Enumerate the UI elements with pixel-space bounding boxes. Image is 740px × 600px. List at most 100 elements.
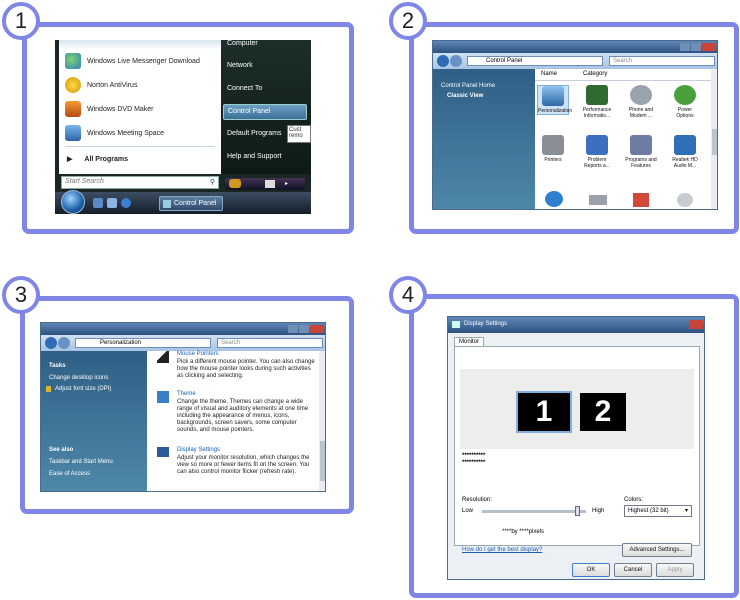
mouse-pointers-link[interactable]: Mouse Pointers — [177, 351, 219, 357]
ok-button[interactable]: OK — [572, 563, 610, 577]
forward-button[interactable] — [450, 55, 462, 67]
control-panel-screenshot: Control Panel Search Control Panel Home … — [432, 40, 718, 210]
classic-view-link[interactable]: Classic View — [447, 93, 483, 99]
column-category[interactable]: Category — [583, 71, 607, 77]
ie-icon[interactable] — [121, 198, 131, 208]
step-1-badge: 1 — [2, 2, 40, 40]
monitor-2[interactable]: 2 — [580, 393, 626, 431]
arrow-right-icon: ▶ — [67, 156, 73, 163]
shield-icon — [46, 386, 51, 392]
menu-control-panel[interactable]: Control Panel — [223, 104, 307, 120]
menu-item-norton[interactable]: Norton AntiVirus — [59, 74, 137, 96]
performance-icon — [586, 85, 608, 105]
taskbar-start-menu-link[interactable]: Taskbar and Start Menu — [49, 459, 113, 465]
colors-dropdown[interactable]: Highest (32 bit) ▾ — [624, 505, 692, 517]
column-name[interactable]: Name — [541, 71, 557, 77]
adjust-font-size-link[interactable]: Adjust font size (DPI) — [55, 386, 111, 392]
power-options-item[interactable]: Power Options — [669, 85, 701, 119]
phone-modem-item[interactable]: Phone and Modem ... — [625, 85, 657, 119]
minimize-icon[interactable] — [680, 43, 690, 51]
taskbar-control-panel[interactable]: Control Panel — [159, 196, 223, 211]
start-menu-programs: Windows Live Messenger Download Norton A… — [59, 40, 221, 174]
back-button[interactable] — [45, 337, 57, 349]
advanced-settings-button[interactable]: Advanced Settings... — [622, 543, 692, 557]
step-3-badge: 3 — [2, 276, 40, 314]
see-also-heading: See also — [49, 447, 74, 453]
theme-link[interactable]: Theme — [177, 391, 196, 397]
meeting-space-icon — [65, 125, 81, 141]
power-icon[interactable] — [229, 179, 241, 188]
theme-icon — [157, 391, 169, 403]
scrollbar[interactable] — [319, 351, 325, 491]
forward-button[interactable] — [58, 337, 70, 349]
lock-icon[interactable] — [265, 180, 275, 188]
close-icon[interactable] — [310, 325, 324, 333]
search-input[interactable]: Search — [217, 338, 323, 348]
tasks-heading: Tasks — [49, 363, 66, 369]
menu-item-meeting-space[interactable]: Windows Meeting Space — [59, 122, 164, 144]
scrollbar[interactable] — [711, 69, 717, 209]
messenger-icon — [65, 53, 81, 69]
globe-icon — [545, 191, 563, 207]
norton-icon — [65, 77, 81, 93]
all-programs-item[interactable]: ▶ All Programs — [59, 148, 128, 170]
address-bar[interactable]: Personalization — [75, 338, 211, 348]
control-panel-sidebar: Control Panel Home Classic View — [433, 69, 535, 209]
disc-icon — [677, 193, 693, 207]
problem-reports-item[interactable]: Problem Reports a... — [581, 135, 613, 169]
maximize-icon[interactable] — [691, 43, 701, 51]
start-orb-icon[interactable] — [61, 190, 85, 214]
menu-default-programs[interactable]: Default Programs — [227, 130, 281, 137]
quick-launch-icon[interactable] — [107, 198, 117, 208]
ease-of-access-link[interactable]: Ease of Access — [49, 471, 90, 477]
menu-network[interactable]: Network — [227, 62, 253, 69]
menu-computer[interactable]: Computer — [227, 40, 258, 47]
display-icon — [157, 447, 169, 457]
personalization-item[interactable]: Personalization — [537, 85, 572, 115]
arrow-icon[interactable]: ▸ — [285, 180, 288, 187]
taskbar: Control Panel — [55, 190, 311, 214]
minimize-icon[interactable] — [288, 325, 298, 333]
display-settings-dialog: Display Settings Monitor 1 2 ********** … — [447, 316, 705, 580]
personalization-icon — [542, 86, 564, 106]
monitor-1[interactable]: 1 — [516, 391, 572, 433]
slider-thumb[interactable] — [575, 506, 580, 516]
personalization-screenshot: Personalization Search Tasks Change desk… — [40, 322, 326, 492]
audio-icon — [674, 135, 696, 155]
change-desktop-icons-link[interactable]: Change desktop icons — [49, 375, 108, 381]
printer-icon — [542, 135, 564, 155]
start-search-input[interactable]: Start Search ⚲ — [61, 176, 219, 189]
tab-monitor[interactable]: Monitor — [454, 337, 485, 346]
theme-description: Change the theme. Themes can change a wi… — [177, 399, 309, 433]
back-button[interactable] — [437, 55, 449, 67]
menu-help-support[interactable]: Help and Support — [227, 153, 281, 160]
tasks-sidebar: Tasks Change desktop icons Adjust font s… — [41, 351, 147, 491]
close-icon[interactable] — [702, 43, 716, 51]
device-name: ********** — [462, 453, 486, 459]
help-link[interactable]: How do I get the best display? — [462, 547, 542, 553]
dvd-maker-icon — [65, 101, 81, 117]
display-settings-link[interactable]: Display Settings — [177, 447, 220, 453]
apply-button[interactable]: Apply — [656, 563, 694, 577]
quick-launch-icon[interactable] — [93, 198, 103, 208]
chevron-down-icon: ▾ — [684, 508, 688, 514]
start-menu-right-pane: Computer Network Connect To Control Pane… — [221, 40, 311, 174]
printers-item[interactable]: Printers — [537, 135, 569, 163]
search-input[interactable]: Search — [609, 56, 715, 66]
realtek-audio-item[interactable]: Realtek HD Audio M... — [669, 135, 701, 169]
menu-item-live-messenger[interactable]: Windows Live Messenger Download — [59, 50, 200, 72]
colors-label: Colors: — [624, 497, 644, 503]
maximize-icon[interactable] — [299, 325, 309, 333]
close-icon[interactable] — [689, 320, 703, 329]
control-panel-home-link[interactable]: Control Panel Home — [441, 83, 495, 89]
power-options-icon — [674, 85, 696, 105]
performance-item[interactable]: Performance Informatio... — [581, 85, 613, 119]
drive-icon — [589, 195, 607, 205]
menu-item-dvd-maker[interactable]: Windows DVD Maker — [59, 98, 154, 120]
address-bar[interactable]: Control Panel — [467, 56, 603, 66]
resolution-slider[interactable] — [482, 506, 586, 516]
menu-connect-to[interactable]: Connect To — [227, 85, 262, 92]
programs-features-item[interactable]: Programs and Features — [625, 135, 657, 169]
cancel-button[interactable]: Cancel — [614, 563, 652, 577]
display-settings-description: Adjust your monitor resolution, which ch… — [177, 455, 310, 475]
